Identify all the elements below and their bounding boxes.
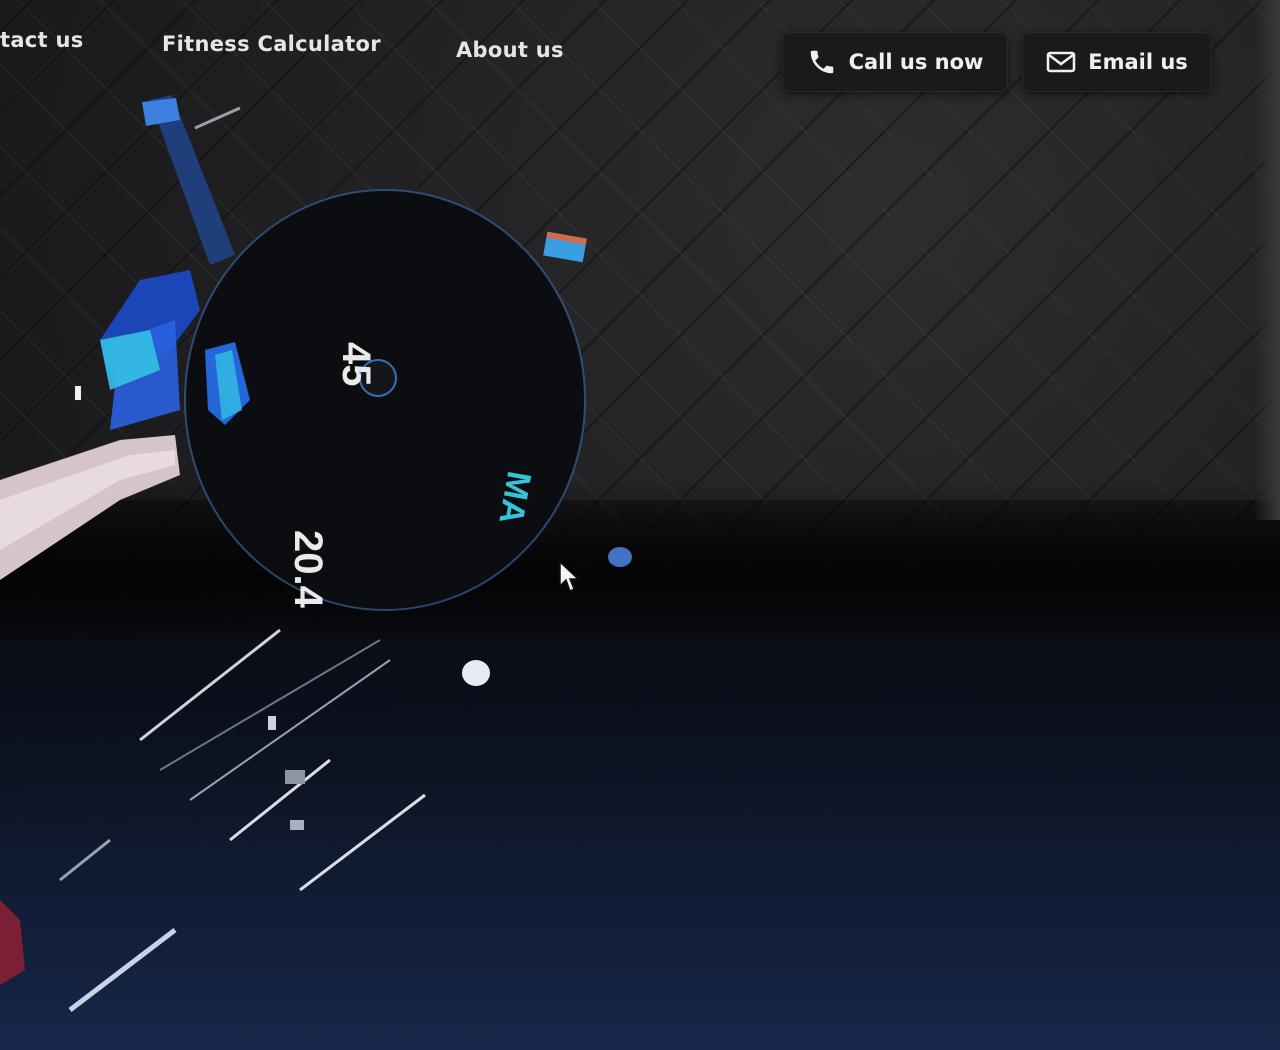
mouse-cursor-icon: [558, 560, 582, 598]
barbell-graphic: [0, 95, 587, 1012]
rack-line: [139, 628, 281, 742]
barbell-bar: [68, 928, 177, 1012]
email-us-label: Email us: [1088, 50, 1188, 74]
email-us-button[interactable]: Email us: [1022, 32, 1212, 92]
screen-edge: [1254, 0, 1280, 520]
envelope-icon: [1046, 50, 1076, 74]
decorative-dot: [462, 660, 490, 686]
nav-about-us[interactable]: About us: [456, 38, 564, 62]
plate-weight-kg: 20.4: [286, 530, 330, 608]
red-object: [0, 900, 25, 985]
nav-contact-us[interactable]: tact us: [0, 28, 84, 52]
decorative-dot: [608, 547, 632, 567]
call-us-button[interactable]: Call us now: [782, 32, 1008, 92]
nav-fitness-calculator[interactable]: Fitness Calculator: [162, 32, 381, 56]
plate-weight-lb: 45: [334, 342, 378, 387]
hero-illustration: 45 20.4 MA: [0, 80, 700, 1040]
call-us-label: Call us now: [848, 50, 984, 74]
phone-icon: [807, 47, 837, 77]
